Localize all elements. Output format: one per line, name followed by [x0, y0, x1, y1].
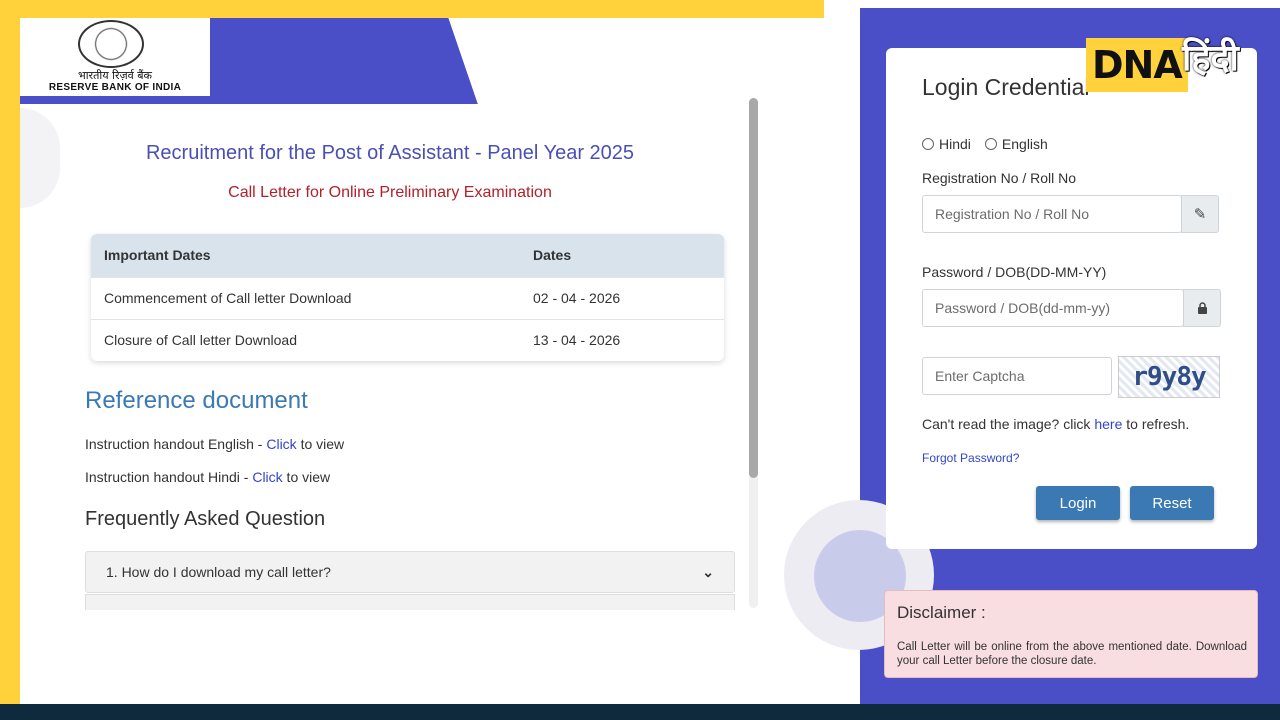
column-header: Dates	[533, 234, 724, 277]
reference-suffix: to view	[282, 469, 331, 485]
password-label: Password / DOB(DD-MM-YY)	[922, 264, 1107, 280]
registration-label: Registration No / Roll No	[922, 170, 1077, 186]
reference-item-english: Instruction handout English - Click to v…	[85, 436, 344, 452]
dna-hindi-text: हिंदी	[1182, 38, 1239, 79]
refresh-captcha-link[interactable]: here	[1094, 416, 1122, 432]
radio-label: Hindi	[939, 136, 971, 152]
radio-hindi[interactable]: Hindi	[922, 136, 971, 152]
captcha-input[interactable]	[922, 357, 1112, 395]
disclaimer-body: Call Letter will be online from the abov…	[897, 641, 1247, 667]
rbi-emblem-icon	[78, 20, 144, 68]
top-frame-bar	[0, 0, 824, 18]
refresh-prefix: Can't read the image? click	[922, 416, 1095, 432]
chevron-down-icon: ⌄	[702, 564, 714, 580]
reference-label: Instruction handout English -	[85, 436, 267, 452]
table-cell: 13 - 04 - 2026	[533, 318, 724, 361]
pencil-icon: ✎	[1181, 195, 1219, 233]
radio-label: English	[1001, 136, 1048, 152]
click-link-hindi[interactable]: Click	[252, 469, 282, 485]
registration-input[interactable]	[922, 195, 1182, 233]
page-title: Recruitment for the Post of Assistant - …	[145, 142, 635, 164]
left-frame-bar	[0, 0, 20, 720]
column-header: Important Dates	[91, 234, 533, 277]
dna-hindi-watermark: DNA हिंदी	[1086, 32, 1276, 92]
faq-question: 1. How do I download my call letter?	[106, 564, 331, 580]
radio-english[interactable]: English	[984, 136, 1048, 152]
captcha-image: r9y8y	[1118, 356, 1220, 398]
table-cell: 02 - 04 - 2026	[533, 276, 724, 319]
bank-name-hindi: भारतीय रिज़र्व बैंक	[78, 69, 152, 82]
login-card: Login Credential Hindi English Registrat…	[886, 48, 1257, 549]
captcha-refresh-text: Can't read the image? click here to refr…	[922, 416, 1189, 432]
table-row: Commencement of Call letter Download 02 …	[91, 276, 724, 319]
reference-heading: Reference document	[85, 387, 308, 414]
disclaimer-box: Disclaimer : Call Letter will be online …	[884, 590, 1258, 678]
language-selector: Hindi English	[922, 136, 1048, 152]
lock-icon	[1183, 289, 1221, 327]
table-row: Closure of Call letter Download 13 - 04 …	[91, 318, 724, 361]
reference-suffix: to view	[296, 436, 345, 452]
scrollbar-thumb[interactable]	[749, 98, 758, 478]
reference-label: Instruction handout Hindi -	[85, 469, 253, 485]
table-cell: Closure of Call letter Download	[91, 318, 533, 361]
rbi-logo: भारतीय रिज़र्व बैंक RESERVE BANK OF INDI…	[20, 18, 210, 96]
table-header-row: Important Dates Dates	[91, 234, 724, 277]
page-subtitle: Call Letter for Online Preliminary Exami…	[228, 184, 552, 201]
main-content: Recruitment for the Post of Assistant - …	[20, 104, 760, 704]
click-link-english[interactable]: Click	[266, 436, 296, 452]
radio-circle-icon[interactable]	[984, 138, 997, 150]
faq-heading: Frequently Asked Question	[85, 508, 326, 530]
forgot-password-link[interactable]: Forgot Password?	[922, 451, 1019, 465]
important-dates-table: Important Dates Dates Commencement of Ca…	[91, 234, 724, 361]
login-title: Login Credential	[922, 74, 1090, 100]
faq-item[interactable]: 1. How do I download my call letter? ⌄	[85, 551, 735, 593]
lock-glyph	[1197, 301, 1207, 314]
bottom-frame-bar	[0, 704, 1280, 720]
disclaimer-title: Disclaimer :	[897, 603, 986, 622]
bank-name-english: RESERVE BANK OF INDIA	[48, 82, 182, 93]
radio-circle-icon[interactable]	[922, 138, 934, 150]
dna-brand: DNA	[1086, 38, 1188, 92]
refresh-suffix: to refresh.	[1122, 416, 1190, 432]
login-button[interactable]: Login	[1036, 486, 1120, 520]
password-input[interactable]	[922, 289, 1184, 327]
faq-item-partial[interactable]	[85, 594, 735, 610]
reference-item-hindi: Instruction handout Hindi - Click to vie…	[85, 469, 330, 485]
table-cell: Commencement of Call letter Download	[91, 276, 533, 319]
reset-button[interactable]: Reset	[1130, 486, 1214, 520]
